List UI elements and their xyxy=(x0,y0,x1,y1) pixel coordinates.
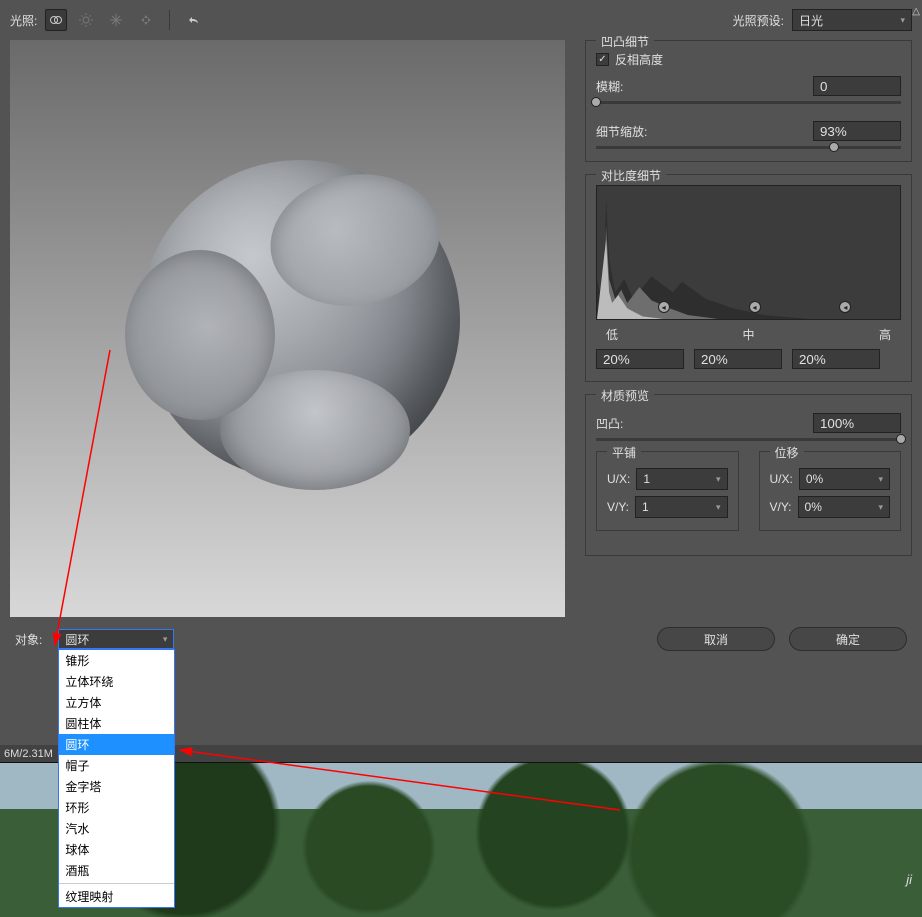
bump-detail-title: 凹凸细节 xyxy=(596,33,654,50)
contrast-detail-group: 对比度细节 ◂ ◂ ◂ 低 中 高 xyxy=(585,174,912,382)
chevron-down-icon: ▾ xyxy=(716,474,721,485)
histogram-handle-low[interactable]: ◂ xyxy=(658,301,670,313)
slider-thumb[interactable] xyxy=(591,97,601,107)
preset-label: 光照预设: xyxy=(733,12,784,29)
scroll-indicator: △ xyxy=(912,6,920,17)
light-tool-4[interactable] xyxy=(135,9,157,31)
tile-title: 平铺 xyxy=(607,444,641,461)
dropdown-item[interactable]: 立方体 xyxy=(59,692,174,713)
ok-button[interactable]: 确定 xyxy=(789,627,907,651)
chevron-down-icon: ▾ xyxy=(163,634,168,645)
displace-group: 位移 U/X: 0%▾ V/Y: 0%▾ xyxy=(759,451,902,531)
contrast-mid-input[interactable] xyxy=(694,349,782,369)
dropdown-item[interactable]: 帽子 xyxy=(59,755,174,776)
preview-sphere xyxy=(140,160,460,480)
cancel-button[interactable]: 取消 xyxy=(657,627,775,651)
contrast-mid-label: 中 xyxy=(742,326,754,343)
dropdown-item[interactable]: 球体 xyxy=(59,839,174,860)
bump-detail-group: 凹凸细节 ✓ 反相高度 模糊: 细节缩放: xyxy=(585,40,912,162)
detail-scale-slider[interactable] xyxy=(596,146,901,149)
lighting-label: 光照: xyxy=(10,12,37,29)
invert-height-label: 反相高度 xyxy=(615,51,663,68)
histogram-handle-mid[interactable]: ◂ xyxy=(749,301,761,313)
material-bump-label: 凹凸: xyxy=(596,415,623,432)
contrast-high-label: 高 xyxy=(879,326,891,343)
dropdown-item[interactable]: 金字塔 xyxy=(59,776,174,797)
tile-vy-label: V/Y: xyxy=(607,500,629,514)
blur-label: 模糊: xyxy=(596,78,623,95)
slider-thumb[interactable] xyxy=(829,142,839,152)
displace-title: 位移 xyxy=(770,444,804,461)
contrast-title: 对比度细节 xyxy=(596,167,666,184)
light-tool-1[interactable] xyxy=(45,9,67,31)
object-value: 圆环 xyxy=(65,631,89,648)
contrast-high-input[interactable] xyxy=(792,349,880,369)
dropdown-item[interactable]: 汽水 xyxy=(59,818,174,839)
blur-slider[interactable] xyxy=(596,101,901,104)
object-dropdown-menu[interactable]: 锥形立体环绕立方体圆柱体圆环帽子金字塔环形汽水球体酒瓶纹理映射 xyxy=(58,649,175,908)
contrast-low-input[interactable] xyxy=(596,349,684,369)
toolbar-divider xyxy=(169,10,170,30)
slider-thumb[interactable] xyxy=(896,434,906,444)
chevron-down-icon: ▾ xyxy=(878,474,883,485)
tile-group: 平铺 U/X: 1▾ V/Y: 1▾ xyxy=(596,451,739,531)
detail-scale-label: 细节缩放: xyxy=(596,123,647,140)
light-tool-2[interactable] xyxy=(75,9,97,31)
chevron-down-icon: ▾ xyxy=(900,15,905,26)
dropdown-item[interactable]: 酒瓶 xyxy=(59,860,174,881)
contrast-low-label: 低 xyxy=(606,326,618,343)
displace-ux-select[interactable]: 0%▾ xyxy=(799,468,890,490)
lighting-preset-select[interactable]: 日光 ▾ xyxy=(792,9,912,31)
displace-vy-label: V/Y: xyxy=(770,500,792,514)
watermark-text: ji xyxy=(906,872,912,887)
material-bump-input[interactable] xyxy=(813,413,901,433)
tile-ux-select[interactable]: 1▾ xyxy=(636,468,727,490)
invert-height-checkbox[interactable]: ✓ 反相高度 xyxy=(596,51,901,68)
displace-vy-select[interactable]: 0%▾ xyxy=(798,496,890,518)
dropdown-item[interactable]: 立体环绕 xyxy=(59,671,174,692)
preset-value: 日光 xyxy=(799,12,823,29)
tile-vy-select[interactable]: 1▾ xyxy=(635,496,727,518)
dropdown-item[interactable]: 圆柱体 xyxy=(59,713,174,734)
chevron-down-icon: ▾ xyxy=(716,502,721,513)
chevron-down-icon: ▾ xyxy=(878,502,883,513)
material-preview-group: 材质预览 凹凸: 平铺 U/X: 1▾ V/Y: 1▾ xyxy=(585,394,912,556)
dropdown-separator xyxy=(59,883,174,884)
object-select[interactable]: 圆环 ▾ xyxy=(58,629,174,649)
blur-input[interactable] xyxy=(813,76,901,96)
dropdown-item[interactable]: 圆环 xyxy=(59,734,174,755)
material-bump-slider[interactable] xyxy=(596,438,901,441)
dropdown-item[interactable]: 纹理映射 xyxy=(59,886,174,907)
material-title: 材质预览 xyxy=(596,387,654,404)
checkbox-icon: ✓ xyxy=(596,53,609,66)
light-tool-3[interactable] xyxy=(105,9,127,31)
dropdown-item[interactable]: 锥形 xyxy=(59,650,174,671)
preview-viewport[interactable] xyxy=(10,40,565,617)
detail-scale-input[interactable] xyxy=(813,121,901,141)
contrast-histogram[interactable]: ◂ ◂ ◂ xyxy=(596,185,901,320)
dropdown-item[interactable]: 环形 xyxy=(59,797,174,818)
object-label: 对象: xyxy=(15,631,42,648)
displace-ux-label: U/X: xyxy=(770,472,793,486)
tile-ux-label: U/X: xyxy=(607,472,630,486)
undo-button[interactable] xyxy=(182,9,204,31)
